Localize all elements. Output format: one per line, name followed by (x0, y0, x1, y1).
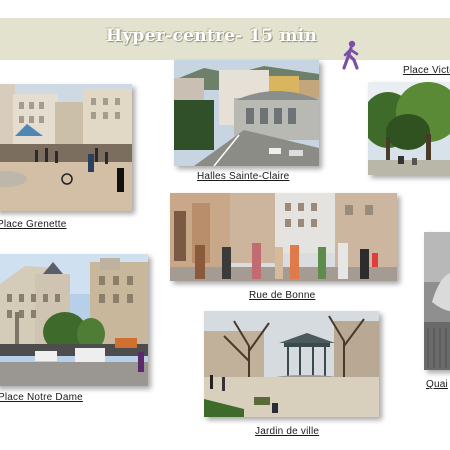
caption-halles-sainte-claire: Halles Sainte-Claire (197, 171, 290, 182)
photo-quai (424, 232, 450, 370)
photo-place-notre-dame (0, 254, 148, 386)
caption-jardin-de-ville: Jardin de ville (255, 426, 320, 437)
photo-rue-de-bonne (170, 193, 397, 281)
collage-page: Hyper-centre- 15 min Place Victo Halles … (0, 0, 450, 450)
caption-place-grenette: Place Grenette (0, 219, 67, 230)
walking-person-icon (342, 40, 359, 70)
caption-place-notre-dame: Place Notre Dame (0, 392, 83, 403)
photo-place-grenette (0, 84, 132, 211)
photo-halles-sainte-claire (174, 60, 319, 166)
photo-place-victor-hugo (368, 82, 450, 175)
caption-quai: Quai (426, 379, 448, 390)
title-banner: Hyper-centre- 15 min (0, 18, 450, 70)
caption-rue-de-bonne: Rue de Bonne (249, 290, 316, 301)
photo-jardin-de-ville (204, 311, 379, 417)
banner-title: Hyper-centre- 15 min (106, 26, 318, 46)
caption-place-victor-hugo: Place Victo (403, 65, 450, 76)
